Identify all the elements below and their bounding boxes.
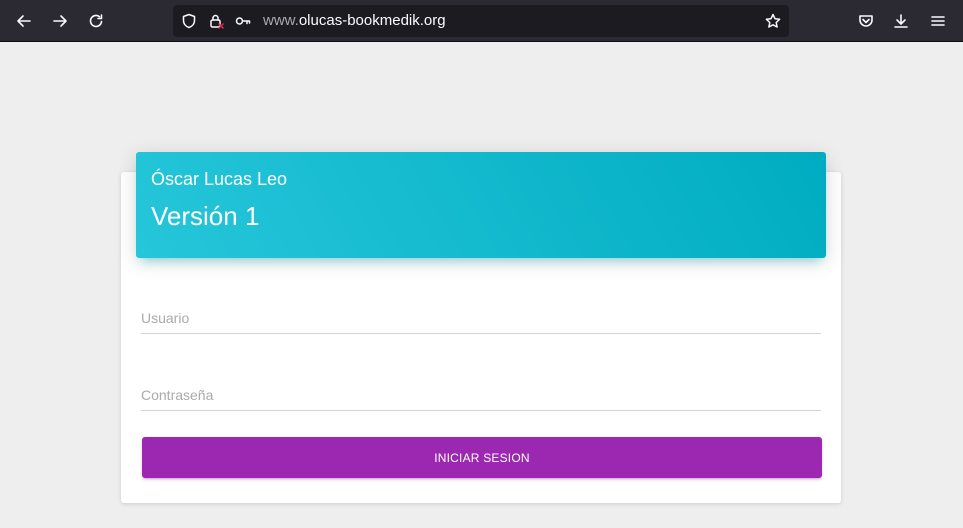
- browser-toolbar: www.olucas-bookmedik.org: [0, 0, 963, 42]
- hamburger-menu-icon: [931, 16, 945, 26]
- login-button[interactable]: INICIAR SESION: [142, 437, 822, 478]
- address-bar[interactable]: www.olucas-bookmedik.org: [173, 5, 789, 37]
- username-input[interactable]: [141, 302, 821, 333]
- key-icon[interactable]: [235, 13, 251, 29]
- tracking-protection-shield-icon[interactable]: [181, 13, 197, 29]
- pocket-icon: [859, 15, 873, 27]
- reload-icon: [89, 14, 103, 28]
- password-field: [141, 379, 821, 411]
- url-prefix: www.: [263, 12, 299, 29]
- star-icon[interactable]: [765, 13, 781, 29]
- back-button[interactable]: [9, 6, 39, 36]
- forward-button[interactable]: [45, 6, 75, 36]
- back-arrow-icon: [17, 15, 31, 27]
- forward-arrow-icon: [53, 15, 67, 27]
- username-field: [141, 302, 821, 334]
- pocket-button[interactable]: [851, 6, 881, 36]
- download-icon: [894, 14, 908, 28]
- insecure-lock-icon[interactable]: [208, 13, 224, 29]
- login-card-header: Óscar Lucas Leo Versión 1: [136, 152, 826, 258]
- version-title: Versión 1: [151, 201, 260, 231]
- url-domain: olucas-bookmedik.org: [298, 12, 446, 29]
- menu-button[interactable]: [923, 6, 953, 36]
- reload-button[interactable]: [81, 6, 111, 36]
- url-text[interactable]: www.olucas-bookmedik.org: [263, 12, 446, 30]
- password-input[interactable]: [141, 379, 821, 410]
- author-name: Óscar Lucas Leo: [151, 169, 288, 189]
- downloads-button[interactable]: [886, 6, 916, 36]
